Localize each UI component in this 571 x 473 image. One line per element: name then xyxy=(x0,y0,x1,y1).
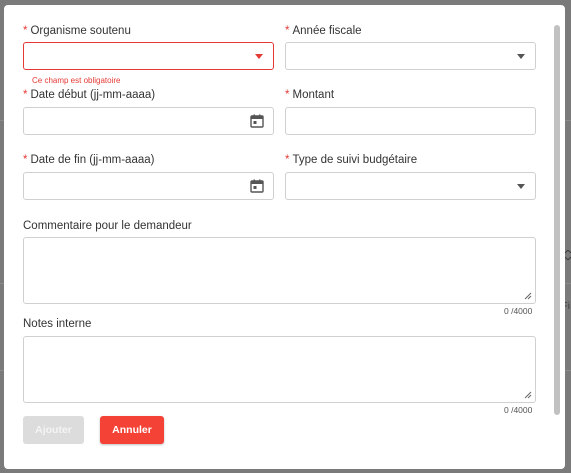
annee-select[interactable] xyxy=(285,42,536,70)
required-marker: * xyxy=(285,154,290,166)
scrollbar[interactable] xyxy=(553,25,561,415)
annee-label: * Année fiscale xyxy=(285,25,362,37)
montant-input[interactable] xyxy=(285,107,536,135)
chevron-down-icon xyxy=(517,54,525,59)
montant-label: * Montant xyxy=(285,89,335,101)
backdrop-sort-icon xyxy=(565,250,571,260)
modal-dialog: * Organisme soutenu Ce champ est obligato… xyxy=(4,5,565,469)
date-fin-input[interactable] xyxy=(23,172,274,200)
chevron-down-icon xyxy=(517,184,525,189)
required-marker: * xyxy=(285,89,290,101)
cancel-button[interactable]: Annuler xyxy=(100,416,164,444)
date-debut-label: * Date début (jj-mm-aaaa) xyxy=(23,89,156,101)
organisme-select[interactable] xyxy=(23,42,274,70)
commentaire-textarea[interactable] xyxy=(23,237,536,304)
resize-handle-icon[interactable] xyxy=(524,391,532,399)
scrollbar-thumb[interactable] xyxy=(554,25,560,415)
required-marker: * xyxy=(285,25,290,37)
calendar-icon[interactable] xyxy=(250,179,264,193)
resize-handle-icon[interactable] xyxy=(524,292,532,300)
required-marker: * xyxy=(23,89,28,101)
organisme-label: * Organisme soutenu xyxy=(23,25,131,37)
calendar-icon[interactable] xyxy=(250,114,264,128)
required-marker: * xyxy=(23,154,28,166)
type-suivi-select[interactable] xyxy=(285,172,536,200)
notes-char-counter: 0 /4000 xyxy=(504,405,533,415)
notes-textarea[interactable] xyxy=(23,336,536,403)
commentaire-label: Commentaire pour le demandeur xyxy=(23,220,192,232)
date-debut-input[interactable] xyxy=(23,107,274,135)
commentaire-char-counter: 0 /4000 xyxy=(504,306,533,316)
notes-label: Notes interne xyxy=(23,318,92,330)
add-button[interactable]: Ajouter xyxy=(23,416,84,444)
organisme-error-message: Ce champ est obligatoire xyxy=(32,76,121,85)
required-marker: * xyxy=(23,25,28,37)
type-suivi-label: * Type de suivi budgétaire xyxy=(285,154,418,166)
date-fin-label: * Date de fin (jj-mm-aaaa) xyxy=(23,154,155,166)
chevron-down-icon xyxy=(255,54,263,59)
